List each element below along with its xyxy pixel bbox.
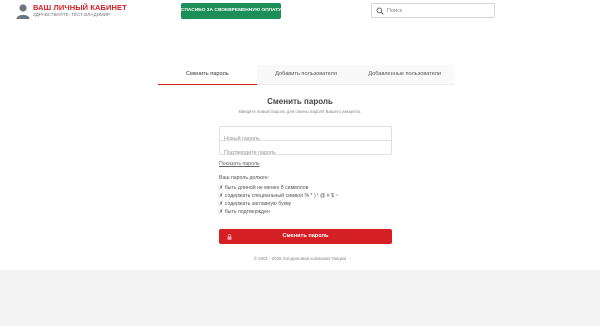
form-subtitle: Введите новый пароль для смены пароля Ва… xyxy=(238,109,362,114)
lock-icon xyxy=(227,234,232,240)
search-icon xyxy=(376,7,384,15)
requirements-title: Ваш пароль должен: xyxy=(219,175,269,181)
user-greeting: ЗДРАВСТВУЙТЕ, ТЕСТ ВЛАДИМИР xyxy=(33,12,111,17)
new-password-field[interactable] xyxy=(219,126,392,146)
change-password-button-label: Сменить пароль xyxy=(282,233,329,239)
confirm-password-input[interactable] xyxy=(220,146,391,160)
tabs-bar: Сменить пароль Добавить пользователя Доб… xyxy=(158,65,455,85)
payment-thanks-button[interactable]: СПАСИБО ЗА СВОЕВРЕМЕННУЮ ОПЛАТУ xyxy=(181,3,281,19)
requirement-item: ✗ быть подтвержден xyxy=(219,209,270,215)
form-title: Сменить пароль xyxy=(267,97,333,106)
main-content: Сменить пароль Добавить пользователя Доб… xyxy=(0,22,600,270)
show-password-link[interactable]: Показать пароль xyxy=(219,161,260,167)
tab-add-user[interactable]: Добавить пользователя xyxy=(256,65,356,85)
search-input[interactable] xyxy=(387,6,487,16)
cabinet-title: ВАШ ЛИЧНЫЙ КАБИНЕТ xyxy=(33,3,127,12)
copyright-text: © 2001 - 2025 Холдинговая компания Танце… xyxy=(253,256,347,261)
search-box[interactable] xyxy=(371,3,495,18)
requirement-item: ✗ содержать заглавную букву xyxy=(219,201,292,207)
user-avatar-icon xyxy=(16,4,30,19)
requirement-item: ✗ содержать специальный символ % * ) ! @… xyxy=(219,193,339,199)
top-header: ВАШ ЛИЧНЫЙ КАБИНЕТ ЗДРАВСТВУЙТЕ, ТЕСТ ВЛ… xyxy=(0,0,600,22)
tab-added-users[interactable]: Добавленные пользователи xyxy=(355,65,455,85)
tab-change-password[interactable]: Сменить пароль xyxy=(158,65,257,85)
confirm-password-field[interactable] xyxy=(219,140,392,160)
requirement-item: ✗ быть длиной не менее 8 символов xyxy=(219,185,309,191)
change-password-button[interactable]: Сменить пароль xyxy=(219,229,392,244)
